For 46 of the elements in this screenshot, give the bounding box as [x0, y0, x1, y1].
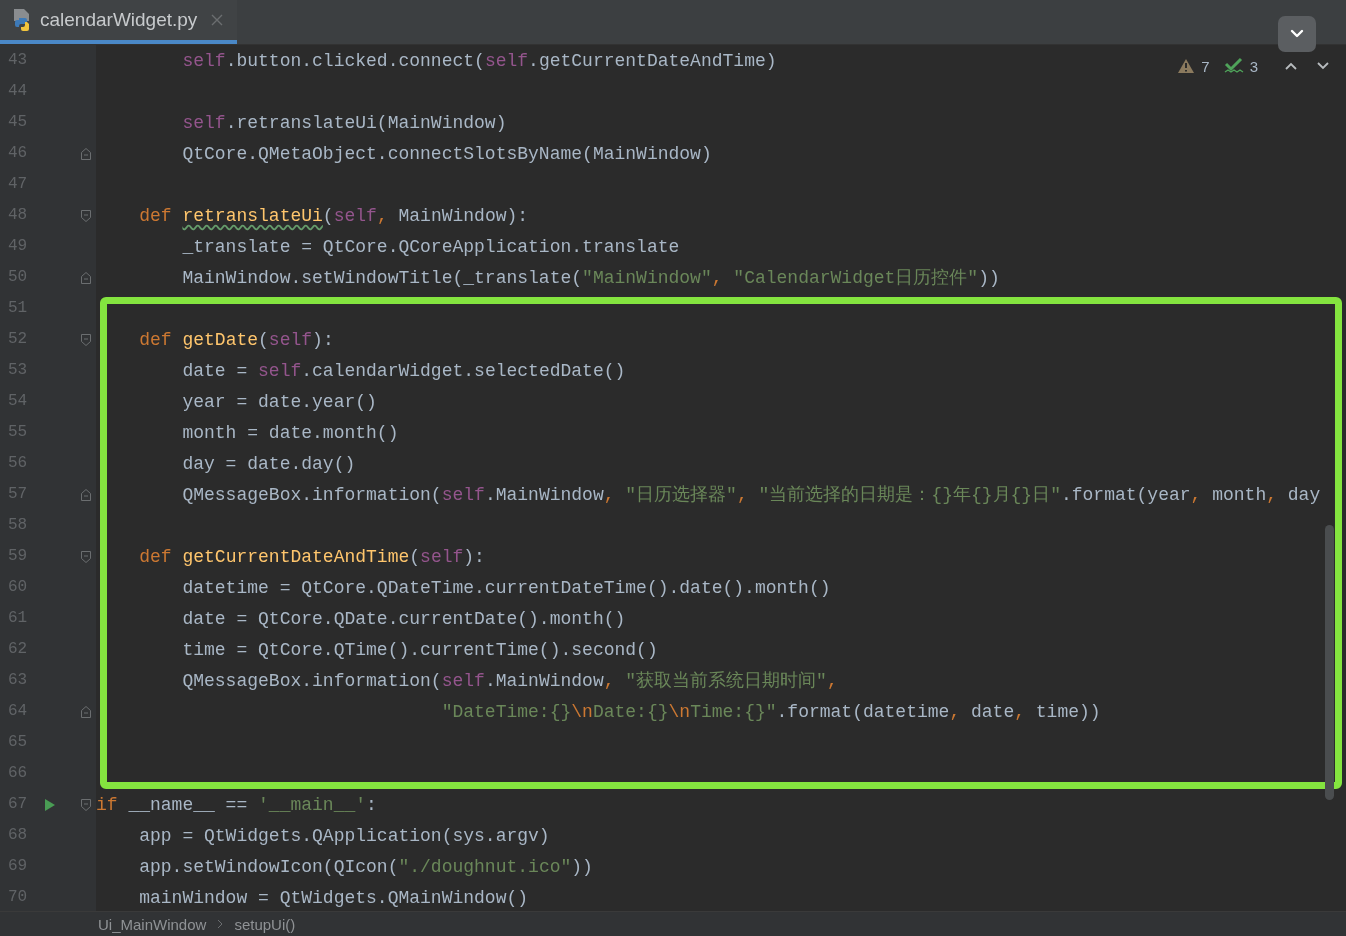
tab-list-button[interactable]: [1278, 16, 1316, 52]
scrollbar-thumb[interactable]: [1325, 525, 1334, 800]
fold-marker-icon[interactable]: [80, 488, 92, 502]
code-line: def getDate(self):: [138, 328, 334, 352]
code-line: app = QtWidgets.QApplication(sys.argv): [138, 824, 550, 848]
breadcrumb-item[interactable]: Ui_MainWindow: [98, 915, 207, 933]
code-line: year = date.year(): [181, 390, 377, 414]
breadcrumb-item[interactable]: setupUi(): [234, 915, 296, 933]
code-line: self.button.clicked.connect(self.getCurrentDateAndTime): [181, 49, 777, 73]
warning-count: 7: [1201, 57, 1210, 75]
code-line: QtCore.QMetaObject.connectSlotsByName(MainWindow): [181, 142, 712, 166]
code-line: MainWindow.setWindowTitle(_translate("MainWindow", "CalendarWidget日历控件")): [181, 266, 1000, 290]
fold-marker-icon[interactable]: [80, 271, 92, 285]
code-line: month = date.month(): [181, 421, 399, 445]
inspection-widget[interactable]: 7 3: [1177, 57, 1330, 75]
typo-check-icon: [1223, 57, 1244, 75]
code-line: "DateTime:{}\nDate:{}\nTime:{}".format(datetime, date, time)): [440, 700, 1101, 724]
code-line: _translate = QtCore.QCoreApplication.translate: [181, 235, 680, 259]
fold-marker-icon[interactable]: [80, 147, 92, 161]
code-line: def retranslateUi(self, MainWindow):: [138, 204, 529, 228]
code-line: day = date.day(): [181, 452, 356, 476]
chevron-up-icon[interactable]: [1284, 61, 1298, 71]
code-line: mainWindow = QtWidgets.QMainWindow(): [138, 886, 529, 910]
run-icon[interactable]: [44, 798, 56, 812]
fold-marker-icon[interactable]: [80, 209, 92, 223]
code-line: self.retranslateUi(MainWindow): [181, 111, 507, 135]
code-line: def getCurrentDateAndTime(self):: [138, 545, 485, 569]
chevron-right-icon: [216, 919, 225, 929]
chevron-down-icon[interactable]: [1316, 61, 1330, 71]
code-line: if __name__ == '__main__':: [96, 793, 377, 817]
code-line: time = QtCore.QTime().currentTime().second(): [181, 638, 658, 662]
file-tab[interactable]: calendarWidget.py: [0, 0, 238, 44]
fold-marker-icon[interactable]: [80, 550, 92, 564]
code-line: datetime = QtCore.QDateTime.currentDateTime().date().month(): [181, 576, 831, 600]
typo-count: 3: [1249, 57, 1258, 75]
code-line: app.setWindowIcon(QIcon("./doughnut.ico")): [138, 855, 593, 879]
fold-marker-icon[interactable]: [80, 333, 92, 347]
code-line: date = self.calendarWidget.selectedDate(): [181, 359, 626, 383]
code-line: QMessageBox.information(self.MainWindow, "获取当前系统日期时间",: [181, 669, 838, 693]
code-line: date = QtCore.QDate.currentDate().month(): [181, 607, 626, 631]
close-icon[interactable]: [211, 14, 224, 26]
fold-marker-icon[interactable]: [80, 705, 92, 719]
chevron-down-icon: [1290, 29, 1304, 39]
code-line: QMessageBox.information(self.MainWindow, "日历选择器", "当前选择的日期是：{}年{}月{}日".format(year, month, day: [181, 483, 1321, 507]
fold-marker-icon[interactable]: [80, 798, 92, 812]
warning-icon: [1177, 58, 1196, 74]
